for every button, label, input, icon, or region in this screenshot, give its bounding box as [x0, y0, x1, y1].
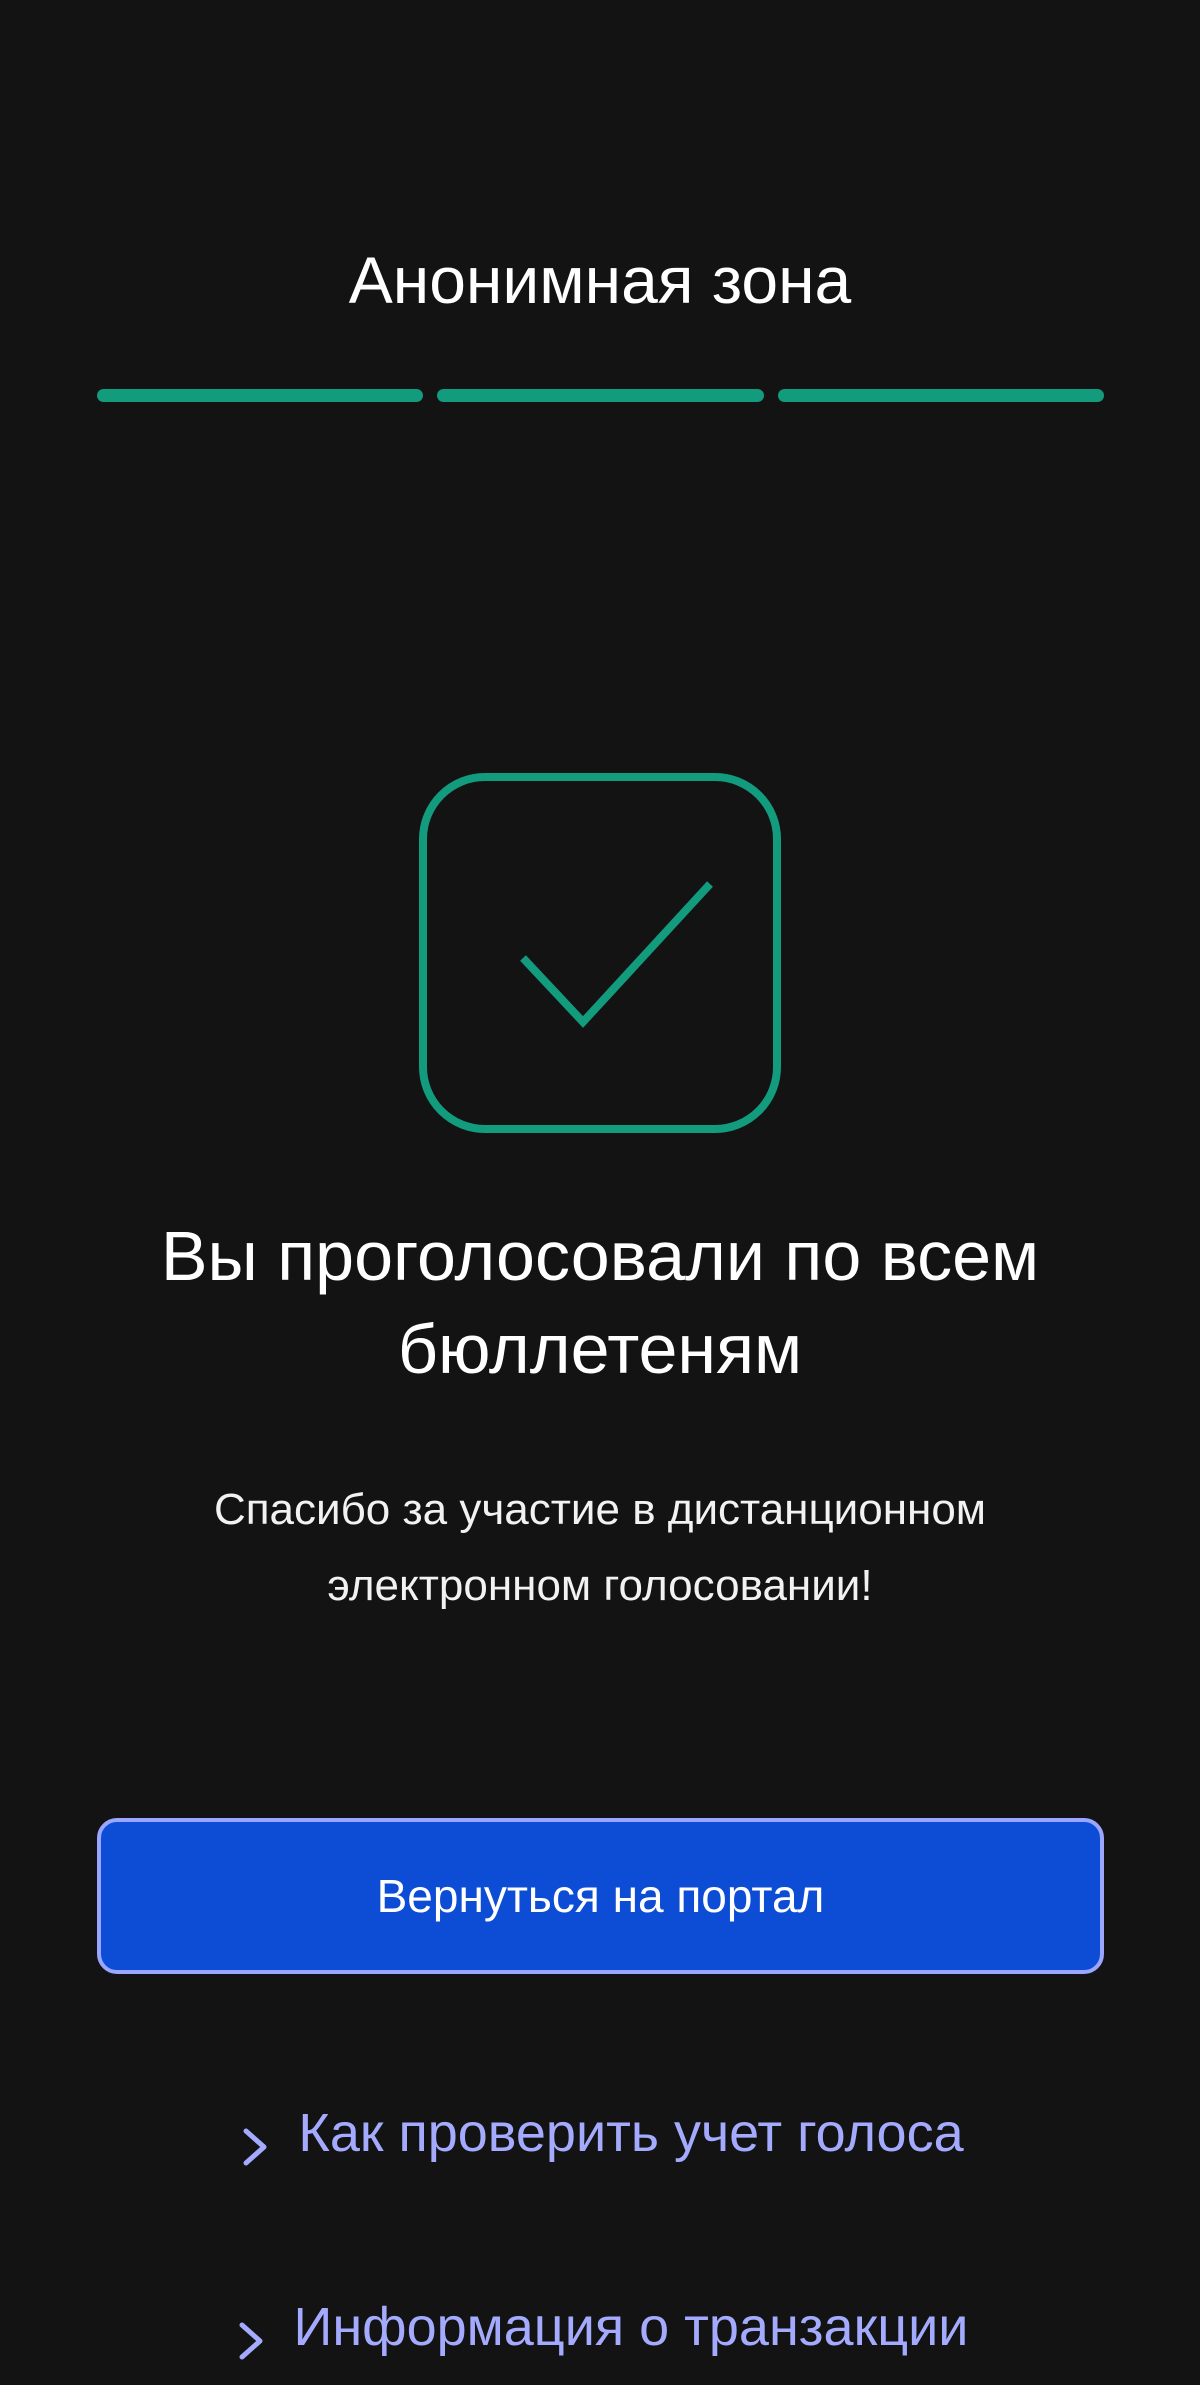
success-heading: Вы проголосовали по всем бюллетеням: [160, 1217, 1040, 1388]
success-message: Спасибо за участие в дистанционном элект…: [213, 1485, 987, 1610]
checkmark-icon: [418, 772, 782, 1134]
verify-vote-label: Как проверить учет голоса: [298, 2103, 964, 2163]
verify-vote-link[interactable]: Как проверить учет голоса: [0, 2093, 1200, 2173]
return-to-portal-label: Вернуться на портал: [376, 1870, 825, 1922]
return-to-portal-button[interactable]: Вернуться на портал: [97, 1818, 1104, 1974]
transaction-info-label: Информация о транзакции: [293, 2297, 969, 2357]
step-progress-bar: [97, 389, 1104, 402]
progress-step-2: [437, 389, 764, 402]
chevron-right-icon: [232, 2305, 272, 2360]
progress-step-3: [777, 389, 1104, 402]
chevron-right-icon: [236, 2111, 276, 2166]
progress-step-1: [97, 389, 424, 402]
transaction-info-link[interactable]: Информация о транзакции: [0, 2287, 1200, 2367]
page-title: Анонимная зона: [348, 243, 852, 317]
